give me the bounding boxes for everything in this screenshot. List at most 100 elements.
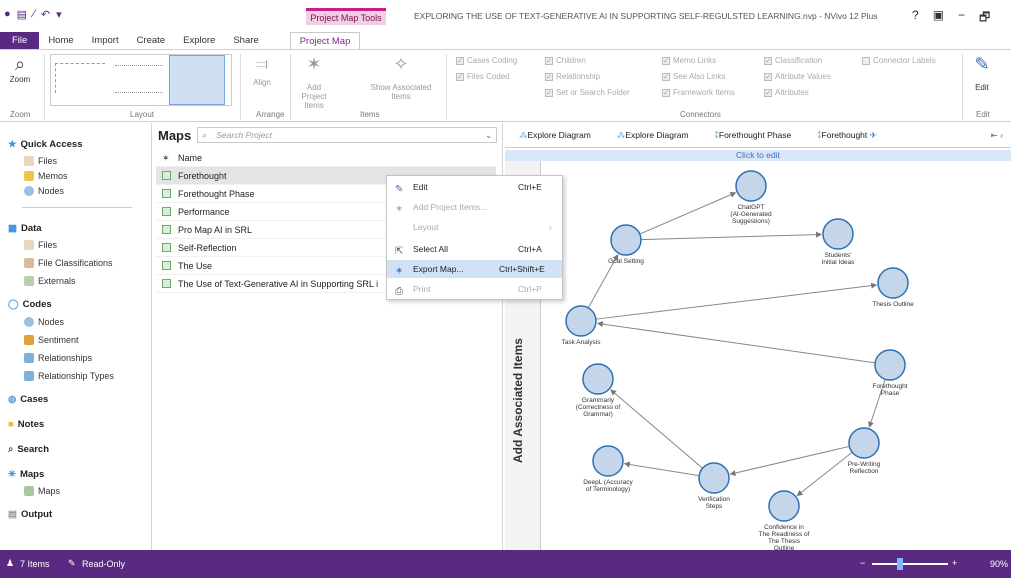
nav-codes-nodes[interactable]: Nodes xyxy=(24,317,64,327)
connector-line[interactable] xyxy=(796,451,853,497)
tab-forethought[interactable]: ⁑Forethought ✈ xyxy=(817,130,877,141)
connector-line[interactable] xyxy=(595,282,878,320)
nav-qa-files[interactable]: Files xyxy=(24,156,57,166)
show-associated-items-button[interactable]: ✧ Show Associated Items xyxy=(364,54,438,101)
project-map-canvas[interactable]: ChatGPT (AI-Generated Suggestions) Goal Set… xyxy=(541,161,1011,550)
nav-data-files[interactable]: Files xyxy=(24,240,57,250)
minimize-button[interactable]: − xyxy=(958,8,965,29)
nav-quick-access[interactable]: ★ Quick Access xyxy=(8,139,83,150)
layout-option-selected[interactable] xyxy=(169,55,225,105)
checkbox-files-coded[interactable]: ✓ Files Coded xyxy=(456,72,510,81)
layout-option-tree[interactable] xyxy=(55,63,105,93)
nav-maps[interactable]: ✳ Maps xyxy=(8,469,44,480)
nav-relationship-types[interactable]: Relationship Types xyxy=(24,371,114,381)
help-button[interactable]: ? xyxy=(912,8,919,29)
nav-search[interactable]: ⌕ Search xyxy=(8,444,49,455)
checkbox-relationship[interactable]: ✓ Relationship xyxy=(545,72,600,81)
checkbox-attributes[interactable]: ✓ Attributes xyxy=(764,88,809,97)
undo-icon[interactable]: ↶ xyxy=(41,8,50,21)
add-project-items-button[interactable]: ✶ Add Project Items xyxy=(296,54,332,110)
click-to-edit-bar[interactable]: Click to edit xyxy=(505,150,1011,161)
menu-item-layout[interactable]: Layout › xyxy=(387,218,562,236)
map-node-forephase[interactable] xyxy=(874,349,906,381)
nav-cases[interactable]: ◍ Cases xyxy=(8,394,48,405)
map-node-grammarly[interactable] xyxy=(582,363,614,395)
map-node-deepl[interactable] xyxy=(592,445,624,477)
zoom-out-button[interactable]: − xyxy=(860,558,865,568)
relationship-types-icon xyxy=(24,371,34,381)
map-node-confidence[interactable] xyxy=(768,490,800,522)
map-node-task[interactable] xyxy=(565,305,597,337)
zoom-in-button[interactable]: + xyxy=(952,558,957,568)
nav-file-classifications[interactable]: File Classifications xyxy=(24,258,113,268)
map-node-label: Task Analysis xyxy=(561,339,601,346)
map-node-verification[interactable] xyxy=(698,462,730,494)
checkbox-connector-labels[interactable]: Connector Labels xyxy=(862,56,936,65)
tab-create[interactable]: Create xyxy=(128,32,175,49)
connector-line[interactable] xyxy=(639,191,737,235)
map-node-students[interactable] xyxy=(822,218,854,250)
edit-icon[interactable]: ⁄ xyxy=(33,8,35,21)
checkbox-set-or-search-folder[interactable]: ✓ Set or Search Folder xyxy=(545,88,630,97)
map-node-goal[interactable] xyxy=(610,224,642,256)
connector-line[interactable] xyxy=(640,231,823,241)
nav-relationships[interactable]: Relationships xyxy=(24,353,92,363)
menu-item-select-all[interactable]: ⇱ Select All Ctrl+A xyxy=(387,240,562,258)
nav-maps-maps[interactable]: Maps xyxy=(24,486,60,496)
zoom-slider-thumb[interactable] xyxy=(896,558,903,570)
nav-qa-memos[interactable]: Memos xyxy=(24,171,68,181)
menu-item-print[interactable]: ⎙ Print Ctrl+P xyxy=(387,280,562,298)
tab-home[interactable]: Home xyxy=(39,32,82,49)
ribbon-options-icon[interactable]: ▣ xyxy=(933,8,944,29)
tab-forethought-phase[interactable]: ⁑Forethought Phase xyxy=(715,130,792,141)
tab-explore-diagram-1[interactable]: ⁂Explore Diagram xyxy=(519,130,591,141)
restore-button[interactable]: 🗗 xyxy=(979,8,990,29)
edit-group-label: Edit xyxy=(976,110,990,119)
map-node-thesis[interactable] xyxy=(877,267,909,299)
connector-line[interactable] xyxy=(623,461,700,477)
nav-qa-nodes[interactable]: Nodes xyxy=(24,186,64,196)
tab-explore-diagram-2[interactable]: ⁂Explore Diagram xyxy=(617,130,689,141)
map-node-chatgpt[interactable] xyxy=(735,170,767,202)
nav-notes[interactable]: ■ Notes xyxy=(8,419,44,430)
map-node-prewriting[interactable] xyxy=(848,427,880,459)
checkbox-framework-items[interactable]: ✓ Framework Items xyxy=(662,88,735,97)
layout-gallery[interactable] xyxy=(50,54,232,106)
checkbox-see-also-links[interactable]: ✓ See Also Links xyxy=(662,72,725,81)
nav-sentiment[interactable]: Sentiment xyxy=(24,335,79,345)
zoom-button[interactable]: ⌕ Zoom xyxy=(6,54,34,84)
map-icon xyxy=(162,279,171,288)
save-icon[interactable]: ▤ xyxy=(17,8,27,21)
zoom-slider[interactable] xyxy=(872,558,948,570)
pin-icon[interactable]: ✈ xyxy=(870,130,877,140)
nav-codes[interactable]: ◯ Codes xyxy=(8,299,52,310)
menu-item-add-project-items[interactable]: ✶ Add Project Items... xyxy=(387,198,562,216)
align-button[interactable]: ⫤ Align xyxy=(250,56,274,87)
menu-item-edit[interactable]: ✎ Edit Ctrl+E xyxy=(387,178,562,196)
search-input[interactable]: ⌕ Search Project ⌄ xyxy=(197,127,498,143)
checkbox-attribute-values[interactable]: ✓ Attribute Values xyxy=(764,72,831,81)
menu-item-export-map[interactable]: ✶ Export Map... Ctrl+Shift+E xyxy=(387,260,562,278)
edit-button[interactable]: ✎ Edit xyxy=(968,54,996,92)
chevron-down-icon[interactable]: ⌄ xyxy=(485,128,492,142)
column-header-name[interactable]: ✶ Name xyxy=(156,149,496,167)
tab-scroll-arrows[interactable]: ⇤ › xyxy=(991,130,1003,141)
tab-explore[interactable]: Explore xyxy=(174,32,224,49)
connector-line[interactable] xyxy=(729,445,850,476)
checkbox-cases-coding[interactable]: ✓ Cases Coding xyxy=(456,56,517,65)
nav-output[interactable]: ▤ Output xyxy=(8,509,52,520)
nav-externals[interactable]: Externals xyxy=(24,276,76,286)
checkbox-children[interactable]: ✓ Children xyxy=(545,56,586,65)
connector-line[interactable] xyxy=(610,389,703,469)
tab-import[interactable]: Import xyxy=(83,32,128,49)
connector-line[interactable] xyxy=(596,321,876,364)
nav-data[interactable]: ▦ Data xyxy=(8,223,42,234)
tab-file[interactable]: File xyxy=(0,32,40,49)
nav-header-label: Cases xyxy=(20,394,49,405)
customize-icon[interactable]: ▾ xyxy=(56,8,62,21)
tab-share[interactable]: Share xyxy=(224,32,267,49)
tab-project-map[interactable]: Project Map xyxy=(289,32,361,49)
layout-option-grid[interactable] xyxy=(115,65,163,93)
checkbox-memo-links[interactable]: ✓ Memo Links xyxy=(662,56,716,65)
checkbox-classification[interactable]: ✓ Classification xyxy=(764,56,822,65)
